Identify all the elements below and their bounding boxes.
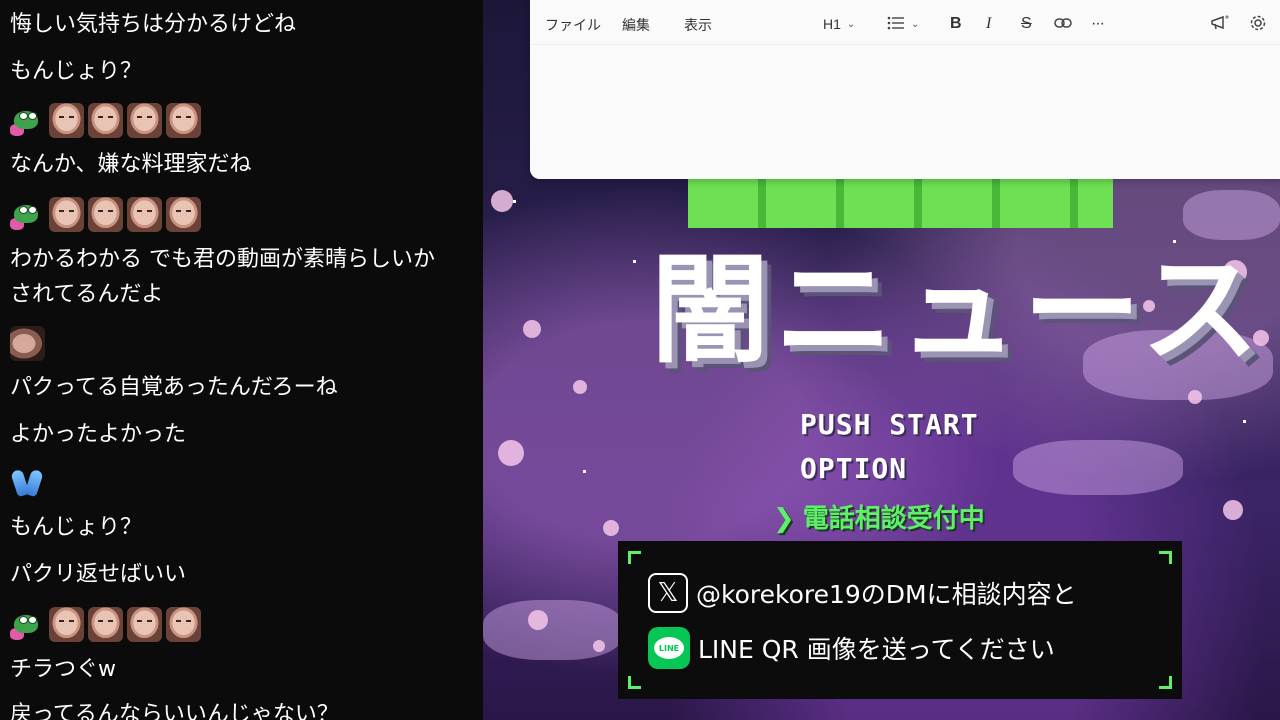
- editor-window: ファイル 編集 表示 H1 ⌄ ⌄ B I S ···: [530, 0, 1280, 179]
- link-icon: [1054, 16, 1072, 32]
- chevron-down-icon: ⌄: [846, 18, 856, 30]
- blossom-decoration: [498, 440, 524, 466]
- strikethrough-button[interactable]: S: [1021, 12, 1041, 36]
- line-logo-icon: LINE: [648, 627, 690, 669]
- corner-decoration: [628, 551, 641, 564]
- cloud-decoration: [1183, 190, 1280, 240]
- star-decoration: [513, 200, 516, 203]
- face-emote: [127, 607, 162, 642]
- face-emote: [127, 103, 162, 138]
- cloud-decoration: [1013, 440, 1183, 495]
- face-emote: [88, 103, 123, 138]
- emote-row: [10, 326, 45, 361]
- face-emote: [49, 607, 84, 642]
- emote-row: [10, 197, 201, 232]
- list-dropdown[interactable]: ⌄: [887, 12, 919, 36]
- chat-panel: 悔しい気持ちは分かるけどね もんじょり？ なんか、嫌な料理家だね わかるわかる …: [0, 0, 483, 720]
- blossom-decoration: [491, 190, 513, 212]
- chat-message: パクリ返せばいい: [10, 562, 187, 587]
- star-decoration: [583, 470, 586, 473]
- corner-decoration: [628, 676, 641, 689]
- menu-option[interactable]: OPTION: [800, 452, 907, 485]
- face-emote: [166, 607, 201, 642]
- face-emote: [49, 197, 84, 232]
- editor-toolbar: ファイル 編集 表示 H1 ⌄ ⌄ B I S ···: [530, 0, 1280, 45]
- face-emote: [127, 197, 162, 232]
- blossom-decoration: [528, 610, 548, 630]
- info-box: 𝕏 @korekore19のDMに相談内容と LINE LINE QR 画像を送…: [618, 541, 1182, 699]
- emote-row: [10, 103, 201, 138]
- chat-message: もんじょり？: [10, 515, 143, 540]
- chat-message: わかるわかる でも君の動画が素晴らしいか: [10, 247, 435, 272]
- x-logo-icon: 𝕏: [648, 573, 688, 613]
- bold-button[interactable]: B: [950, 12, 970, 36]
- menu-file[interactable]: ファイル: [545, 15, 601, 35]
- info-text-dm: @korekore19のDMに相談内容と: [696, 580, 1077, 609]
- emote-row: [10, 466, 45, 501]
- emote-row: [10, 607, 201, 642]
- list-icon: [887, 16, 905, 33]
- chat-message: 悔しい気持ちは分かるけどね: [10, 12, 297, 37]
- heading-dropdown[interactable]: H1 ⌄: [823, 12, 855, 36]
- face-emote: [166, 197, 201, 232]
- star-decoration: [1243, 420, 1246, 423]
- avatar-emote: [10, 326, 45, 361]
- chat-message: なんか、嫌な料理家だね: [10, 152, 252, 177]
- blossom-decoration: [1223, 500, 1243, 520]
- menu-view[interactable]: 表示: [684, 15, 712, 35]
- settings-button[interactable]: [1249, 12, 1269, 36]
- settings-icon: [1249, 14, 1267, 35]
- blossom-decoration: [573, 380, 587, 394]
- chat-message: もんじょり？: [10, 59, 143, 84]
- menu-push-start[interactable]: PUSH START: [800, 408, 979, 441]
- screen: 悔しい気持ちは分かるけどね もんじょり？ なんか、嫌な料理家だね わかるわかる …: [0, 0, 1280, 720]
- heading-label: H1: [823, 16, 841, 32]
- editor-body[interactable]: [530, 45, 1280, 179]
- title-green-logo: [688, 178, 1113, 228]
- menu-consult-label: 電話相談受付中: [802, 504, 985, 534]
- blossom-decoration: [603, 520, 619, 536]
- chat-message: よかったよかった: [10, 422, 187, 447]
- chat-message: されてるんだよ: [10, 282, 164, 307]
- chevron-down-icon: ⌄: [911, 18, 920, 30]
- menu-edit[interactable]: 編集: [622, 15, 650, 35]
- blossom-decoration: [523, 320, 541, 338]
- face-emote: [88, 197, 123, 232]
- more-button[interactable]: ···: [1091, 12, 1111, 36]
- line-logo-label: LINE: [654, 637, 684, 659]
- face-emote: [49, 103, 84, 138]
- pepe-emote: [10, 607, 45, 642]
- italic-button[interactable]: I: [986, 12, 1006, 36]
- menu-consult[interactable]: ❯ 電話相談受付中: [773, 498, 985, 535]
- pepe-emote: [10, 197, 45, 232]
- blossom-decoration: [593, 640, 605, 652]
- chevron-right-icon: ❯: [773, 504, 795, 534]
- chat-message: 戻ってるんならいいんじゃない？: [10, 702, 339, 720]
- pepe-emote: [10, 103, 45, 138]
- face-emote: [88, 607, 123, 642]
- corner-decoration: [1159, 551, 1172, 564]
- star-decoration: [633, 260, 636, 263]
- blossom-decoration: [1188, 390, 1202, 404]
- chat-message: チラつぐw: [10, 657, 116, 682]
- corner-decoration: [1159, 676, 1172, 689]
- face-emote: [166, 103, 201, 138]
- chat-message: パクってる自覚あったんだろーね: [10, 375, 338, 400]
- announce-button[interactable]: [1210, 12, 1230, 36]
- info-line-x: 𝕏 @korekore19のDMに相談内容と: [648, 573, 1077, 613]
- raised-hands-emote: [10, 466, 45, 501]
- info-text-qr: LINE QR 画像を送ってください: [698, 635, 1055, 664]
- info-line-line: LINE LINE QR 画像を送ってください: [648, 627, 1055, 669]
- title-text: 闇ニュース: [651, 241, 1266, 379]
- link-button[interactable]: [1054, 12, 1074, 36]
- announce-icon: [1210, 14, 1230, 35]
